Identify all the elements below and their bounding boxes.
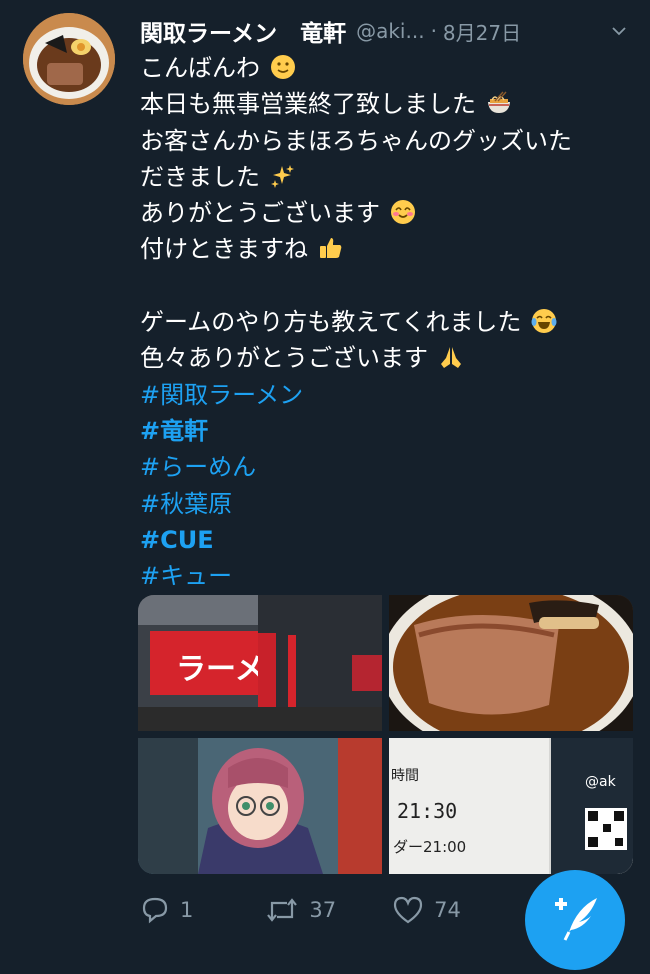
photo-shop-front[interactable]: ラーメ bbox=[138, 595, 382, 731]
notice-handle-text: @ak bbox=[585, 774, 617, 790]
tweet-line-text: だきました bbox=[140, 162, 260, 191]
hashtag-link[interactable]: #キュー bbox=[140, 558, 640, 594]
tweet-line-text: 色々ありがとうございます bbox=[140, 344, 428, 373]
ramen-bowl-image bbox=[389, 595, 633, 731]
display-name[interactable]: 関取ラーメン 竜軒 bbox=[140, 14, 346, 48]
tweet-date[interactable]: 8月27日 bbox=[443, 17, 521, 46]
photo-anime-figure[interactable] bbox=[138, 738, 382, 874]
tweet-line-text: こんばんわ bbox=[140, 54, 260, 82]
avatar-image bbox=[23, 13, 115, 105]
retweet-icon bbox=[267, 898, 298, 922]
folded-hands-emoji-icon bbox=[440, 347, 461, 369]
tweet-line-text: ありがとうございます bbox=[140, 199, 380, 228]
hashtag-link[interactable]: #竜軒 bbox=[140, 413, 640, 449]
tweet-line: お客さんからまほろちゃんのグッズいた bbox=[140, 123, 640, 159]
user-handle[interactable]: @aki... bbox=[356, 19, 424, 43]
tweet-actions: 1 37 74 bbox=[140, 892, 461, 928]
chevron-down-icon[interactable] bbox=[612, 24, 626, 38]
tweet-text: こんばんわ 本日も無事営業終了致しました お客さんからまほろちゃんのグッズいた … bbox=[140, 50, 640, 594]
tweet-line: だきました bbox=[140, 159, 640, 195]
notice-time-text: 21:30 bbox=[397, 799, 457, 823]
smiling-eyes-emoji-icon bbox=[390, 200, 415, 225]
tweet-line: 付けときますね bbox=[140, 231, 640, 267]
tweet-line-text: 付けときますね bbox=[140, 235, 308, 264]
tears-of-joy-emoji-icon bbox=[531, 309, 557, 334]
shop-sign-text: ラーメ bbox=[176, 652, 265, 687]
tweet-line: ありがとうございます bbox=[140, 195, 640, 231]
tweet-line: 色々ありがとうございます bbox=[140, 340, 640, 376]
tweet-line-text: 本日も無事営業終了致しました bbox=[140, 90, 476, 119]
compose-tweet-icon bbox=[555, 898, 597, 941]
retweet-button[interactable]: 37 bbox=[265, 895, 336, 925]
shop-front-image: ラーメ bbox=[138, 595, 382, 731]
hashtag-link[interactable]: #らーめん bbox=[140, 449, 640, 485]
hashtag-link[interactable]: #CUE bbox=[140, 522, 640, 558]
anime-character-image bbox=[138, 738, 382, 874]
ramen-bowl-emoji-icon bbox=[487, 91, 510, 114]
reply-icon bbox=[142, 897, 168, 924]
media-grid: ラーメ 時間 21:30 ダー21:00 @ak bbox=[138, 595, 633, 874]
tweet-line: ゲームのやり方も教えてくれました bbox=[140, 304, 640, 340]
tweet-header: 関取ラーメン 竜軒 @aki... · 8月27日 bbox=[140, 14, 632, 48]
notice-time-text: ダー21:00 bbox=[393, 838, 466, 856]
reply-button[interactable]: 1 bbox=[140, 895, 193, 925]
tweet-line-text: お客さんからまほろちゃんのグッズいた bbox=[140, 126, 572, 155]
hashtag-link[interactable]: #関取ラーメン bbox=[140, 377, 640, 413]
photo-ramen-bowl[interactable] bbox=[389, 595, 633, 731]
photo-hours-notice[interactable]: 時間 21:30 ダー21:00 @ak bbox=[389, 738, 633, 874]
smiling-face-emoji-icon bbox=[270, 55, 295, 79]
sparkles-emoji-icon bbox=[270, 164, 294, 188]
like-count: 74 bbox=[434, 898, 461, 922]
tweet-line-text: ゲームのやり方も教えてくれました bbox=[140, 308, 522, 337]
compose-tweet-button[interactable] bbox=[525, 870, 625, 970]
avatar[interactable] bbox=[23, 13, 115, 105]
tweet-line: こんばんわ bbox=[140, 50, 640, 86]
hours-notice-image: 時間 21:30 ダー21:00 @ak bbox=[389, 738, 633, 874]
like-button[interactable]: 74 bbox=[392, 895, 461, 925]
tweet-line: 本日も無事営業終了致しました bbox=[140, 86, 640, 122]
like-icon bbox=[394, 896, 423, 924]
retweet-count: 37 bbox=[309, 898, 337, 922]
notice-label-text: 時間 bbox=[391, 768, 419, 784]
thumbs-up-emoji-icon bbox=[319, 238, 341, 259]
hashtag-link[interactable]: #秋葉原 bbox=[140, 486, 640, 522]
separator-dot: · bbox=[430, 19, 437, 43]
reply-count: 1 bbox=[180, 898, 194, 922]
